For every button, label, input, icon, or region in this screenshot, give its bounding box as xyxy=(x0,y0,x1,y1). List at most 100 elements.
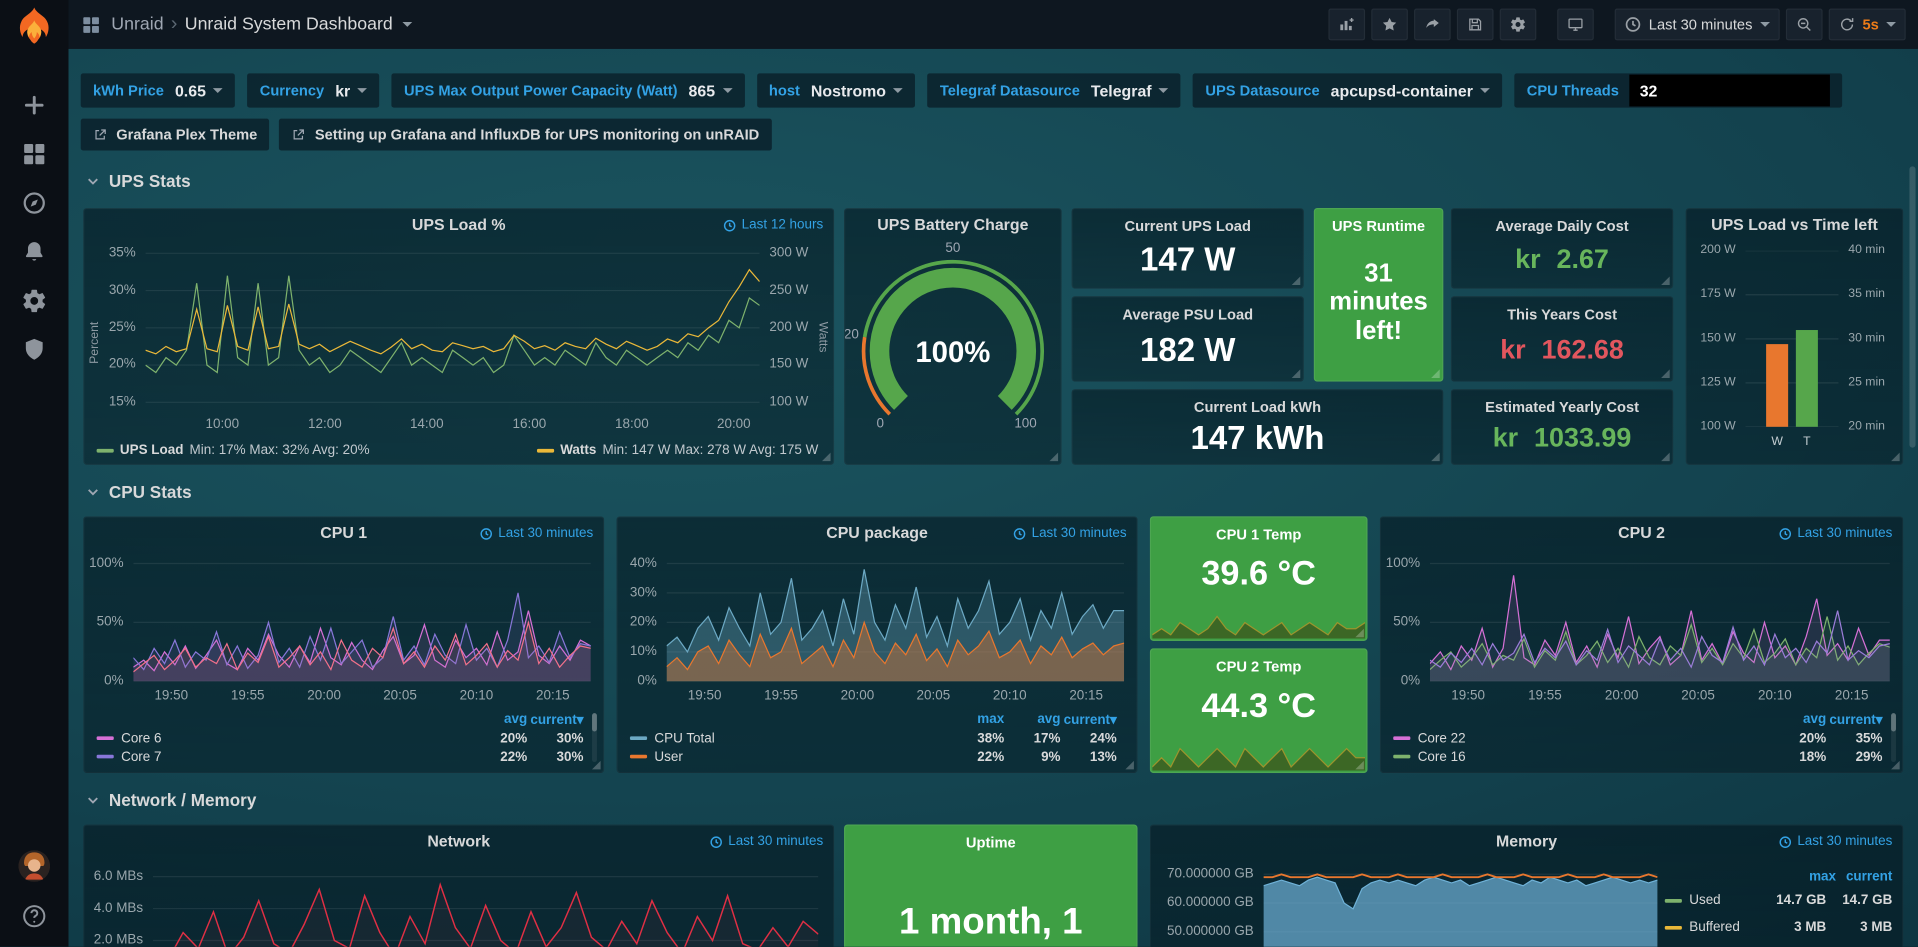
legend-item[interactable]: Core 620%30% xyxy=(97,729,584,747)
panel-ups-runtime: UPS Runtime 31 minutes left! xyxy=(1314,208,1444,382)
legend-item[interactable]: CPU Total38%17%24% xyxy=(630,729,1117,747)
legend-column-header[interactable]: avg xyxy=(1770,712,1826,729)
legend-item[interactable]: Core 722%30% xyxy=(97,747,584,765)
variable-host[interactable]: host Nostromo xyxy=(757,73,916,107)
link-ups-monitoring-guide[interactable]: Setting up Grafana and InfluxDB for UPS … xyxy=(279,119,771,151)
chart-legend: maxcurrentUsed14.7 GB14.7 GBBuffered3 MB… xyxy=(1665,870,1893,941)
help-icon[interactable] xyxy=(21,903,48,930)
alerts-bell-icon[interactable] xyxy=(21,239,48,266)
avatar[interactable] xyxy=(18,850,50,882)
y-axis-tick: 50% xyxy=(97,616,124,629)
row-header-cpu-stats[interactable]: CPU Stats xyxy=(86,482,192,502)
caret-down-icon[interactable] xyxy=(403,22,413,32)
dashboard-settings-button[interactable] xyxy=(1500,9,1537,41)
refresh-button[interactable]: 5s xyxy=(1828,9,1906,41)
zoom-out-button[interactable] xyxy=(1785,9,1822,41)
stat-title[interactable]: Average Daily Cost xyxy=(1452,218,1672,235)
legend-item[interactable]: Watts Min: 147 W Max: 278 W Avg: 175 W xyxy=(537,443,818,458)
cpu-threads-input[interactable] xyxy=(1630,75,1831,107)
variable-currency[interactable]: Currency kr xyxy=(248,73,380,107)
panel-title[interactable]: UPS Load vs Time left xyxy=(1687,215,1902,233)
plus-icon[interactable] xyxy=(21,92,48,119)
legend-column-header[interactable]: max xyxy=(948,712,1004,729)
dashboard-picker-icon[interactable] xyxy=(81,14,102,35)
settings-gear-icon[interactable] xyxy=(21,287,48,314)
x-axis-tick: 19:55 xyxy=(231,690,265,703)
legend-column-header[interactable]: current xyxy=(1836,870,1892,887)
cpu-package-chart[interactable]: 40%30%20%10%0%19:5019:5520:0020:0520:102… xyxy=(667,552,1124,682)
time-picker-button[interactable]: Last 30 minutes xyxy=(1615,9,1780,41)
chevron-right-icon: › xyxy=(171,13,178,35)
row-header-ups-stats[interactable]: UPS Stats xyxy=(86,171,191,191)
network-chart[interactable]: 6.0 MBs4.0 MBs2.0 MBs xyxy=(153,857,818,946)
panel-title[interactable]: UPS Battery Charge xyxy=(845,215,1060,233)
share-button[interactable] xyxy=(1414,9,1451,41)
y-axis-tick: 100% xyxy=(1386,557,1420,570)
panel-current-ups-load: Current UPS Load 147 W xyxy=(1072,208,1304,289)
variable-telegraf-datasource[interactable]: Telegraf Datasource Telegraf xyxy=(928,73,1181,107)
legend-item[interactable]: User22%9%13% xyxy=(630,747,1117,765)
x-axis-tick: 20:00 xyxy=(841,690,875,703)
legend-scrollbar[interactable] xyxy=(592,713,597,762)
star-button[interactable] xyxy=(1371,9,1408,41)
legend-column-header[interactable]: current▾ xyxy=(1061,712,1117,729)
admin-shield-icon[interactable] xyxy=(21,336,48,363)
y-axis-tick: 6.0 MBs xyxy=(94,870,143,883)
stat-title[interactable]: Uptime xyxy=(845,834,1136,851)
save-button[interactable] xyxy=(1457,9,1494,41)
ups-load-chart[interactable]: 35%30%25%20%15%300 W250 W200 W150 W100 W… xyxy=(146,246,760,410)
y2-axis-tick: 300 W xyxy=(769,247,808,260)
x-axis-tick: 19:50 xyxy=(154,690,188,703)
legend-item[interactable]: Core 1618%29% xyxy=(1393,747,1882,765)
stat-value: 182 W xyxy=(1073,334,1303,367)
panel-title[interactable]: UPS Load % xyxy=(84,215,833,233)
x-axis-tick: 20:10 xyxy=(993,690,1027,703)
grafana-logo[interactable] xyxy=(11,5,57,51)
series-color-swatch xyxy=(97,755,114,759)
stat-title[interactable]: This Years Cost xyxy=(1452,306,1672,323)
x-axis-tick: 20:05 xyxy=(383,690,417,703)
x-axis-tick: 20:00 xyxy=(1605,690,1639,703)
row-header-network-memory[interactable]: Network / Memory xyxy=(86,790,257,810)
legend-scrollbar[interactable] xyxy=(1891,713,1896,762)
link-grafana-plex-theme[interactable]: Grafana Plex Theme xyxy=(81,119,270,151)
page-scrollbar[interactable] xyxy=(1909,166,1915,447)
y-axis-tick: 30% xyxy=(630,586,657,599)
legend-column-header[interactable]: avg xyxy=(471,712,527,729)
cpu1-chart[interactable]: 100%50%0%19:5019:5520:0020:0520:1020:15 xyxy=(133,552,590,682)
legend-column-header[interactable]: current▾ xyxy=(527,712,583,729)
breadcrumb-folder[interactable]: Unraid xyxy=(111,15,163,35)
tv-mode-button[interactable] xyxy=(1557,9,1594,41)
y-axis-tick: 35% xyxy=(109,247,136,260)
stat-title[interactable]: CPU 1 Temp xyxy=(1151,526,1366,543)
variable-kwh-price[interactable]: kWh Price 0.65 xyxy=(81,73,236,107)
x-axis-tick: 20:05 xyxy=(1681,690,1715,703)
panel-time-override: Last 30 minutes xyxy=(1779,526,1892,541)
x-axis-tick: 20:15 xyxy=(1835,690,1869,703)
legend-item[interactable]: UPS Load Min: 17% Max: 32% Avg: 20% xyxy=(97,443,370,458)
cpu2-chart[interactable]: 100%50%0%19:5019:5520:0020:0520:1020:15 xyxy=(1430,552,1890,682)
dashboard-title[interactable]: Unraid System Dashboard xyxy=(185,15,393,35)
y-axis-label: Percent xyxy=(88,321,101,363)
legend-item[interactable]: Core 2220%35% xyxy=(1393,729,1882,747)
legend-item[interactable]: Used14.7 GB14.7 GB xyxy=(1665,887,1893,914)
add-panel-button[interactable] xyxy=(1328,9,1365,41)
variable-ups-max-power[interactable]: UPS Max Output Power Capacity (Watt) 865 xyxy=(392,73,745,107)
legend-column-header[interactable]: avg xyxy=(1004,712,1060,729)
dashboards-grid-icon[interactable] xyxy=(21,141,48,168)
memory-chart[interactable]: 70.000000 GB60.000000 GB50.000000 GB xyxy=(1264,860,1658,947)
legend-column-header[interactable]: current▾ xyxy=(1826,712,1882,729)
stat-title[interactable]: Average PSU Load xyxy=(1073,306,1303,323)
stat-title[interactable]: Current Load kWh xyxy=(1073,399,1442,416)
legend-column-header[interactable]: max xyxy=(1780,870,1836,887)
caret-down-icon[interactable] xyxy=(1886,22,1896,32)
stat-title[interactable]: Current UPS Load xyxy=(1073,218,1303,235)
legend-item[interactable]: Buffered3 MB3 MB xyxy=(1665,914,1893,941)
stat-title[interactable]: Estimated Yearly Cost xyxy=(1452,399,1672,416)
breadcrumb: Unraid › Unraid System Dashboard xyxy=(81,13,413,35)
refresh-interval-label[interactable]: 5s xyxy=(1863,16,1879,33)
variable-ups-datasource[interactable]: UPS Datasource apcupsd-container xyxy=(1193,73,1502,107)
panel-estimated-yearly-cost: Estimated Yearly Cost kr1033.99 xyxy=(1451,389,1674,465)
stat-title[interactable]: CPU 2 Temp xyxy=(1151,658,1366,675)
explore-compass-icon[interactable] xyxy=(21,190,48,217)
